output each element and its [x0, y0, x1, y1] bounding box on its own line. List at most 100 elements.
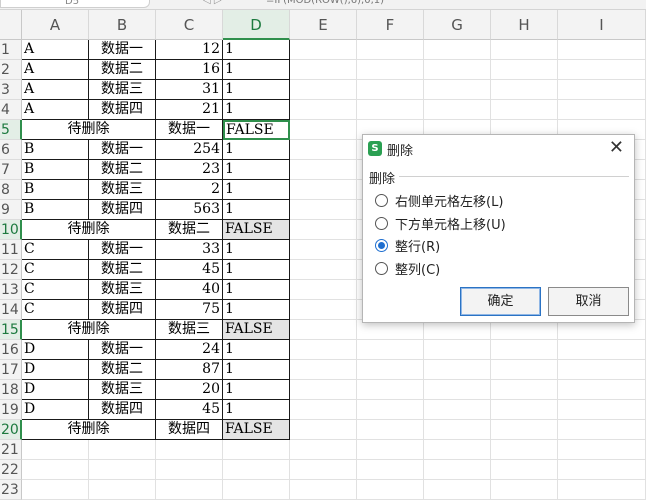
- cell-d[interactable]: 1: [223, 200, 290, 220]
- cell-b[interactable]: 数据四: [89, 300, 156, 320]
- formula-nav-arrows[interactable]: ◁ ▷: [203, 0, 222, 8]
- cell-c[interactable]: 23: [156, 160, 223, 180]
- row-header[interactable]: 2: [0, 60, 22, 80]
- cell-a[interactable]: D: [22, 340, 89, 360]
- cell-c[interactable]: 45: [156, 400, 223, 420]
- cell-b[interactable]: 数据一: [89, 240, 156, 260]
- cell-a[interactable]: A: [22, 100, 89, 120]
- cell[interactable]: [290, 80, 357, 100]
- cell[interactable]: [424, 380, 491, 400]
- cell-a[interactable]: C: [22, 280, 89, 300]
- cell-c[interactable]: 21: [156, 100, 223, 120]
- cell-c[interactable]: 数据三: [156, 320, 223, 340]
- cell[interactable]: [22, 480, 89, 500]
- cell[interactable]: [156, 440, 223, 460]
- cell[interactable]: [558, 440, 646, 460]
- cell[interactable]: [558, 100, 646, 120]
- cell-d[interactable]: 1: [223, 60, 290, 80]
- cell-c[interactable]: 33: [156, 240, 223, 260]
- cell-d[interactable]: 1: [223, 400, 290, 420]
- row-header[interactable]: 9: [0, 200, 22, 220]
- cell[interactable]: [491, 480, 558, 500]
- option-entire-column[interactable]: 整列(C): [375, 258, 440, 278]
- row-header[interactable]: 22: [0, 460, 22, 480]
- cell[interactable]: [424, 40, 491, 60]
- cell-d[interactable]: FALSE: [223, 120, 290, 140]
- cell-d[interactable]: FALSE: [223, 420, 290, 440]
- cell[interactable]: [290, 240, 357, 260]
- cell[interactable]: [290, 400, 357, 420]
- cell-d[interactable]: 1: [223, 340, 290, 360]
- row-header[interactable]: 23: [0, 480, 22, 500]
- cell-c[interactable]: 40: [156, 280, 223, 300]
- cell-c[interactable]: 31: [156, 80, 223, 100]
- cell[interactable]: [357, 420, 424, 440]
- cell-b[interactable]: 数据四: [89, 400, 156, 420]
- cell-d[interactable]: 1: [223, 100, 290, 120]
- cell[interactable]: [290, 120, 357, 140]
- cell-c[interactable]: 数据一: [156, 120, 223, 140]
- column-header-e[interactable]: E: [290, 10, 357, 40]
- cell-a[interactable]: B: [22, 180, 89, 200]
- cell-a[interactable]: B: [22, 160, 89, 180]
- cell-c[interactable]: 45: [156, 260, 223, 280]
- cell[interactable]: [357, 40, 424, 60]
- cell-d[interactable]: FALSE: [223, 320, 290, 340]
- cell[interactable]: [357, 460, 424, 480]
- cell-a[interactable]: A: [22, 40, 89, 60]
- cell[interactable]: [357, 400, 424, 420]
- row-header[interactable]: 18: [0, 380, 22, 400]
- row-header[interactable]: 7: [0, 160, 22, 180]
- cell[interactable]: [290, 40, 357, 60]
- cell[interactable]: [290, 180, 357, 200]
- column-header-a[interactable]: A: [22, 10, 89, 40]
- cell[interactable]: [223, 440, 290, 460]
- cell[interactable]: [558, 400, 646, 420]
- cell[interactable]: [156, 460, 223, 480]
- cell[interactable]: [290, 360, 357, 380]
- cell[interactable]: [558, 340, 646, 360]
- option-entire-row[interactable]: 整行(R): [375, 235, 440, 255]
- cell-b[interactable]: 数据三: [89, 380, 156, 400]
- cell-b[interactable]: 数据二: [89, 60, 156, 80]
- cell-b[interactable]: 数据四: [89, 100, 156, 120]
- cell[interactable]: [558, 420, 646, 440]
- cell-b[interactable]: 数据二: [89, 360, 156, 380]
- cell-d[interactable]: 1: [223, 300, 290, 320]
- cell[interactable]: [491, 60, 558, 80]
- option-shift-up[interactable]: 下方单元格上移(U): [375, 213, 506, 233]
- cell[interactable]: [357, 380, 424, 400]
- cell[interactable]: [89, 480, 156, 500]
- row-header[interactable]: 21: [0, 440, 22, 460]
- cell-c[interactable]: 20: [156, 380, 223, 400]
- close-icon[interactable]: ✕: [609, 137, 624, 159]
- cell[interactable]: [558, 60, 646, 80]
- row-header[interactable]: 8: [0, 180, 22, 200]
- radio-shift-left[interactable]: [375, 193, 388, 207]
- cell[interactable]: [491, 340, 558, 360]
- cell[interactable]: [290, 160, 357, 180]
- cell[interactable]: [223, 480, 290, 500]
- row-header[interactable]: 16: [0, 340, 22, 360]
- cell[interactable]: [290, 100, 357, 120]
- cell[interactable]: [290, 460, 357, 480]
- cell[interactable]: [22, 440, 89, 460]
- row-header[interactable]: 4: [0, 100, 22, 120]
- cell-b[interactable]: 数据二: [89, 160, 156, 180]
- cell-c[interactable]: 254: [156, 140, 223, 160]
- column-header-h[interactable]: H: [491, 10, 558, 40]
- cell[interactable]: [290, 320, 357, 340]
- cell-b[interactable]: 数据二: [89, 260, 156, 280]
- ok-button[interactable]: 确定: [460, 287, 541, 316]
- radio-entire-row[interactable]: [375, 238, 388, 252]
- cell-a[interactable]: C: [22, 260, 89, 280]
- cell-c[interactable]: 24: [156, 340, 223, 360]
- cell-d[interactable]: 1: [223, 40, 290, 60]
- cell-d[interactable]: 1: [223, 80, 290, 100]
- cell-b[interactable]: 数据一: [89, 40, 156, 60]
- cell[interactable]: [424, 340, 491, 360]
- cell-d[interactable]: 1: [223, 360, 290, 380]
- cell-b[interactable]: 数据一: [89, 140, 156, 160]
- cell[interactable]: [290, 260, 357, 280]
- cell[interactable]: [424, 60, 491, 80]
